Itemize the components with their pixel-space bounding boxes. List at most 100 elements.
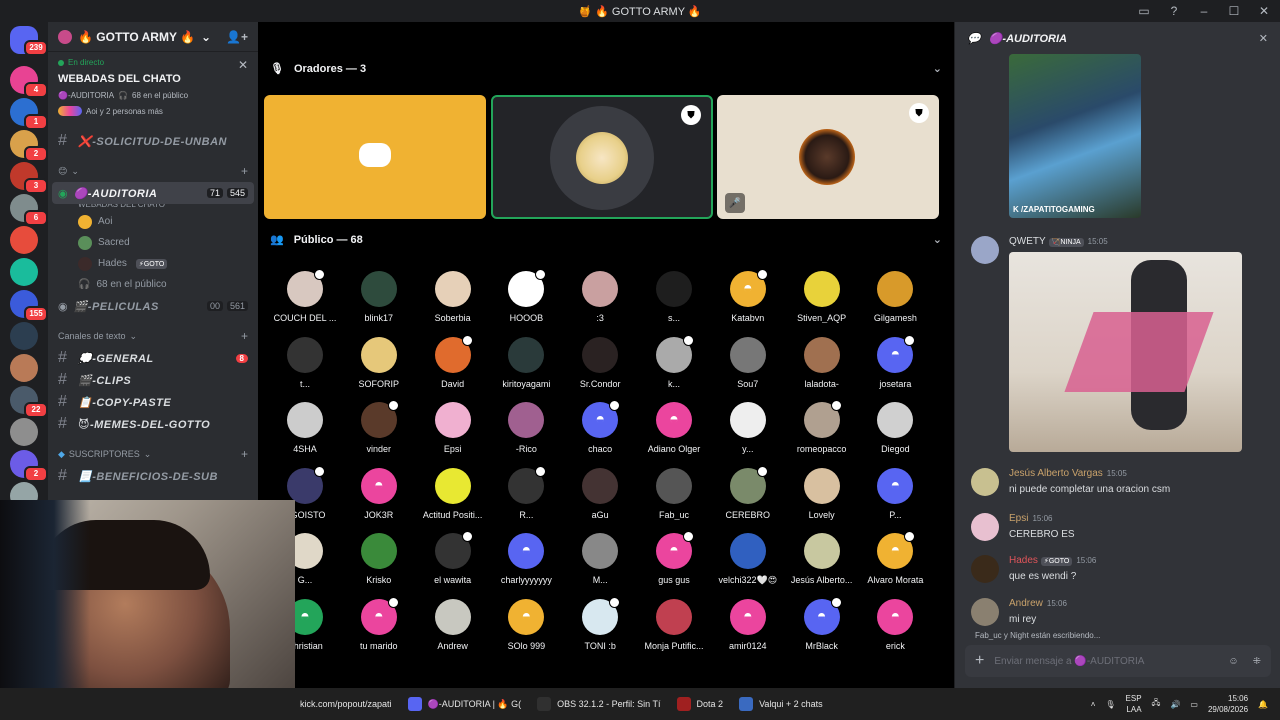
audience-member[interactable]: Soberbia (416, 271, 490, 323)
audience-member[interactable]: ◓ erick (858, 598, 932, 651)
audience-member[interactable]: David (416, 334, 490, 389)
mic-icon[interactable]: 🎙 (1105, 700, 1115, 709)
voice-channel-auditoria[interactable]: ◉ 🟣-AUDITORIA 71 545 (52, 182, 254, 204)
audience-member[interactable]: Epsi (416, 402, 490, 454)
audience-member[interactable]: -Rico (489, 402, 563, 454)
network-icon[interactable]: 🖧 (1152, 697, 1161, 711)
taskbar-item[interactable]: 🟣-AUDITORIA | 🔥 G( (400, 688, 530, 720)
audience-member[interactable]: TONI :b (563, 596, 637, 651)
audience-member[interactable]: COUCH DEL ... (268, 269, 342, 323)
speaker-tile[interactable]: ⛊ (491, 95, 713, 219)
audience-member[interactable]: ◓ MrBlack (785, 596, 859, 651)
public-header[interactable]: 👥 Público — 68 ⌄ (270, 233, 942, 247)
notification-icon[interactable]: 🔔 (1258, 700, 1268, 709)
add-channel-icon[interactable]: + (241, 447, 248, 461)
audience-member[interactable]: ◓ amir0124 (711, 598, 785, 651)
help-icon[interactable]: ? (1166, 3, 1182, 19)
add-attachment-icon[interactable]: + (975, 652, 984, 670)
server-icon[interactable] (10, 322, 38, 350)
audience-member[interactable]: Fab_uc (637, 467, 711, 520)
maximize-button[interactable]: ☐ (1226, 3, 1242, 19)
audience-member[interactable]: ◓ josetara (858, 334, 932, 389)
audience-member[interactable]: romeopacco (785, 400, 859, 454)
taskbar-item[interactable]: OBS 32.1.2 - Perfil: Sin Tí (529, 688, 668, 720)
audience-member[interactable]: Stiven_AQP (785, 271, 859, 323)
close-icon[interactable]: ✕ (1259, 32, 1268, 45)
message-composer[interactable]: + Enviar mensaje a 🟣-AUDITORIA ☺ ⁜ (965, 645, 1271, 677)
server-icon[interactable] (10, 354, 38, 382)
speaker-tile[interactable] (264, 95, 486, 219)
close-button[interactable]: ✕ (1256, 3, 1272, 19)
text-channel[interactable]: # 📋-COPY-PASTE (48, 391, 258, 413)
inbox-icon[interactable]: ▭ (1136, 3, 1152, 19)
battery-icon[interactable]: ▭ (1190, 700, 1198, 709)
audience-member[interactable]: ◓ P... (858, 467, 932, 520)
audience-member[interactable]: vinder (342, 400, 416, 454)
server-icon[interactable] (10, 418, 38, 446)
audience-member[interactable]: Diegod (858, 402, 932, 454)
audience-member[interactable]: ◓ Katabvn (711, 269, 785, 323)
audience-member[interactable]: CEREBRO (711, 465, 785, 520)
minimize-button[interactable]: – (1196, 3, 1212, 19)
audience-member[interactable]: y... (711, 402, 785, 454)
audience-member[interactable]: Lovely (785, 467, 859, 520)
audience-member[interactable]: ◓ SOlo 999 (489, 598, 563, 651)
audience-member[interactable]: k... (637, 334, 711, 389)
live-event-card[interactable]: En directo WEBADAS DEL CHATO 🟣-AUDITORIA… (48, 52, 258, 124)
channel-beneficios-de-sub[interactable]: # 📃-BENEFICIOS-DE-SUB (48, 465, 258, 487)
audience-member[interactable]: Sr.Condor (563, 336, 637, 389)
audience-member[interactable]: ◓ gus gus (637, 531, 711, 585)
audience-member[interactable]: ◓ JOK3R (342, 467, 416, 520)
audience-member[interactable]: 4SHA (268, 402, 342, 454)
category-subs[interactable]: ◆ SUSCRIPTORES ⌄ + (48, 443, 258, 465)
speakers-header[interactable]: 🎙 Oradores — 3 ⌄ (270, 62, 942, 76)
clock[interactable]: 15:06 29/08/2026 (1208, 693, 1248, 715)
chevron-up-icon[interactable]: ˄ (1091, 700, 1096, 709)
taskbar-item[interactable]: Valqui + 2 chats (731, 688, 831, 720)
message-input[interactable]: Enviar mensaje a 🟣-AUDITORIA (994, 656, 1144, 667)
chevron-down-icon[interactable]: ⌄ (933, 62, 942, 75)
audience-member[interactable]: Andrew (416, 598, 490, 651)
audience-member[interactable]: ◓ chaco (563, 400, 637, 454)
audience-member[interactable]: Monja Putific... (637, 598, 711, 651)
audience-member[interactable]: Actitud Positi... (416, 467, 490, 520)
audience-member[interactable]: ◓ Alvaro Morata (858, 531, 932, 585)
emoji-icon[interactable]: ☺ (1228, 656, 1238, 667)
audience-member[interactable]: R... (489, 465, 563, 520)
chat-image-1[interactable]: K /ZAPATITOGAMING (1009, 54, 1141, 218)
audience-member[interactable]: kiritoyagami (489, 336, 563, 389)
voice-user[interactable]: Aoi (48, 211, 258, 232)
apps-icon[interactable]: ⁜ (1253, 656, 1261, 667)
audience-member[interactable]: ◓ Adiano Olger (637, 402, 711, 454)
server-header[interactable]: 🔥 GOTTO ARMY 🔥 ⌄ 👤+ (48, 22, 258, 52)
text-channel[interactable]: # 💭-GENERAL 8 (48, 347, 258, 369)
audience-member[interactable]: M... (563, 533, 637, 585)
audience-member[interactable]: Sou7 (711, 336, 785, 389)
audience-member[interactable]: t... (268, 336, 342, 389)
audience-member[interactable]: SOFORIP (342, 336, 416, 389)
audience-member[interactable]: laladota- (785, 336, 859, 389)
audience-member[interactable]: ◓ charlyyyyyyy (489, 533, 563, 585)
taskbar-item[interactable]: Dota 2 (669, 688, 732, 720)
chevron-down-icon[interactable]: ⌄ (933, 233, 942, 246)
server-icon[interactable] (10, 258, 38, 286)
text-channel[interactable]: # 🎬-CLIPS (48, 369, 258, 391)
volume-icon[interactable]: 🔊 (1170, 700, 1180, 709)
audience-member[interactable]: HOOOB (489, 269, 563, 323)
channel-solicitud-de-unban[interactable]: # ❌-SOLICITUD-DE-UNBAN (48, 130, 258, 152)
add-channel-icon[interactable]: + (241, 164, 248, 178)
audience-member[interactable]: el wawita (416, 531, 490, 585)
text-channel[interactable]: # 😈-MEMES-DEL-GOTTO (48, 413, 258, 435)
category-voice[interactable]: 😊 ⌄ + (48, 160, 258, 182)
audience-member[interactable]: ◓ tu marido (342, 596, 416, 651)
audience-member[interactable]: :3 (563, 271, 637, 323)
category-text[interactable]: Canales de texto ⌄ + (48, 325, 258, 347)
taskbar-item[interactable]: kick.com/popout/zapati (292, 688, 400, 720)
server-icon[interactable] (10, 226, 38, 254)
audience-member[interactable]: blink17 (342, 271, 416, 323)
audience-member[interactable]: s... (637, 271, 711, 323)
add-channel-icon[interactable]: + (241, 329, 248, 343)
audience-member[interactable]: velchi322🤍😍 (711, 533, 785, 586)
close-icon[interactable]: ✕ (238, 58, 248, 72)
speaker-tile[interactable]: ⛊ 🎤 (717, 95, 939, 219)
